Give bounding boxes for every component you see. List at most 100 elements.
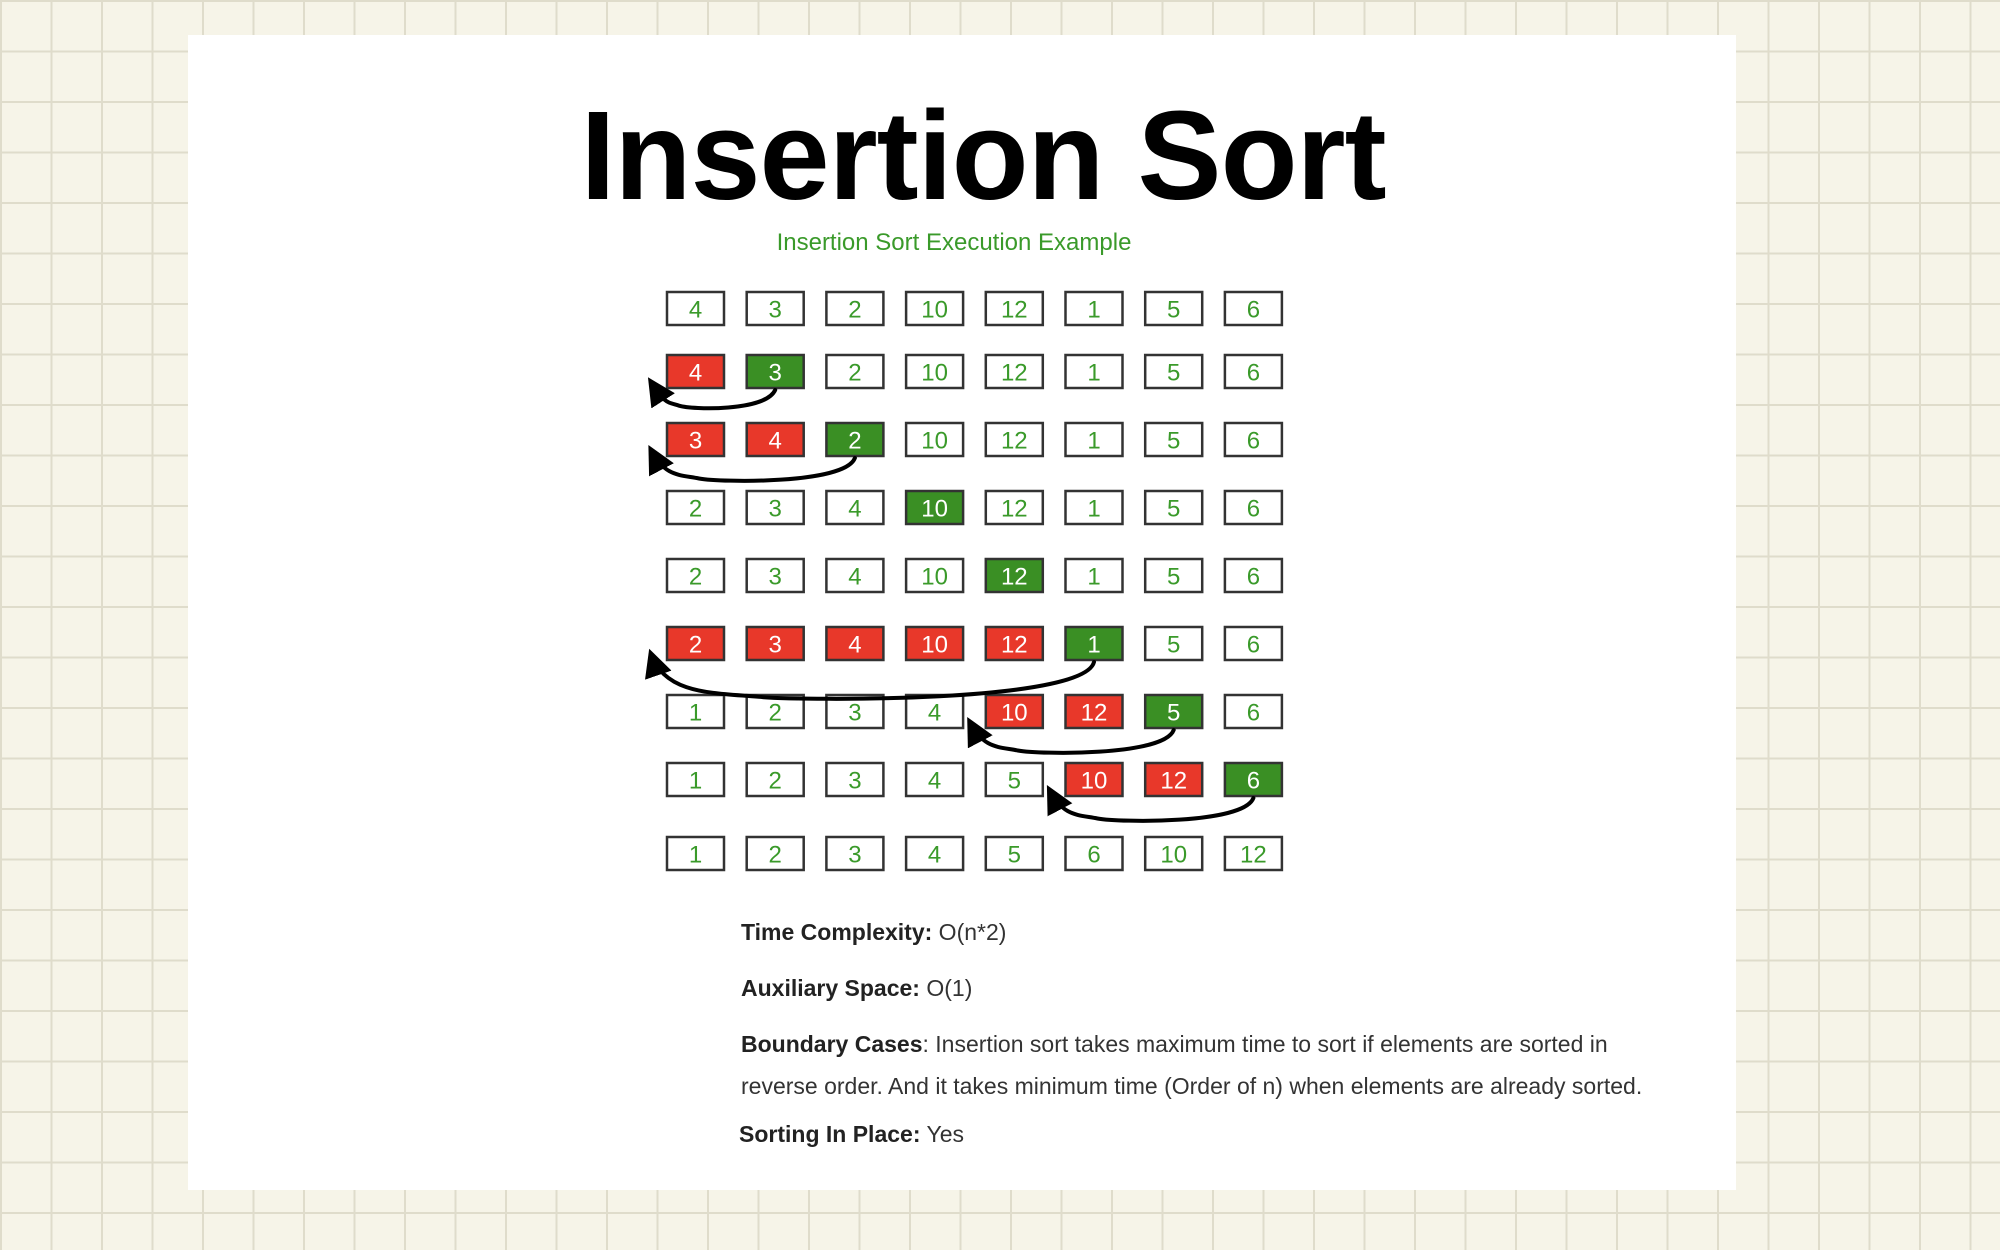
array-cell: 12 <box>984 290 1045 327</box>
array-cell: 3 <box>745 290 805 327</box>
array-cell: 2 <box>745 835 805 872</box>
array-cell: 3 <box>745 489 805 526</box>
array-cell-value: 12 <box>1160 768 1187 795</box>
array-cell-value: 2 <box>848 428 861 455</box>
array-cell: 6 <box>1223 353 1284 390</box>
array-cell-value: 12 <box>1081 700 1108 727</box>
time-complexity-value: O(n*2) <box>932 919 1007 945</box>
array-cell: 12 <box>984 353 1045 390</box>
sort-step-row: 2 3 4 10 12 1 5 6 <box>665 489 1284 526</box>
array-cell-value: 1 <box>1087 297 1100 324</box>
array-cell: 2 <box>665 625 726 662</box>
array-cell-value: 1 <box>1087 428 1100 455</box>
array-cell: 10 <box>1064 761 1124 798</box>
array-cell-value: 2 <box>848 297 861 324</box>
array-cell-value: 6 <box>1247 632 1260 659</box>
array-cell: 6 <box>1064 835 1124 872</box>
array-cell-value: 5 <box>1167 564 1180 591</box>
array-cell-value: 2 <box>689 496 702 523</box>
array-cell: 10 <box>1143 835 1204 872</box>
array-cell: 4 <box>825 557 885 594</box>
array-cell-value: 10 <box>1160 842 1187 869</box>
diagram-caption: Insertion Sort Execution Example <box>777 229 1132 256</box>
array-cell: 3 <box>665 421 726 458</box>
array-cell-value: 6 <box>1247 496 1260 523</box>
array-cell: 10 <box>904 625 965 662</box>
array-cell: 10 <box>904 421 965 458</box>
array-cell: 12 <box>984 421 1045 458</box>
array-cell-value: 2 <box>769 768 782 795</box>
sort-step-row: 1 2 3 4 5 10 12 6 <box>665 761 1284 798</box>
sort-step-row: 4 3 2 10 12 1 5 6 <box>665 290 1284 327</box>
array-cell-value: 3 <box>848 768 861 795</box>
array-cell-value: 10 <box>921 564 948 591</box>
array-cell-value: 2 <box>689 564 702 591</box>
array-cell-value: 1 <box>689 842 702 869</box>
auxiliary-space-value: O(1) <box>919 975 973 1001</box>
array-cell-value: 2 <box>769 700 782 727</box>
array-cell-value: 5 <box>1167 632 1180 659</box>
array-cell-value: 4 <box>769 428 782 455</box>
array-cell-value: 3 <box>769 360 782 387</box>
time-complexity-label: Time Complexity: <box>741 919 933 945</box>
array-cell: 5 <box>1143 290 1204 327</box>
array-cell: 1 <box>1064 290 1124 327</box>
sorting-in-place: Sorting In Place: Yes <box>739 1113 1661 1155</box>
sorting-in-place-label: Sorting In Place: <box>739 1121 921 1147</box>
array-cell-value: 3 <box>848 842 861 869</box>
array-cell: 12 <box>984 625 1045 662</box>
array-cell-value: 10 <box>1081 768 1108 795</box>
array-cell: 2 <box>665 489 726 526</box>
array-cell-value: 1 <box>1087 632 1100 659</box>
array-cell-value: 2 <box>848 360 861 387</box>
array-cell-value: 10 <box>921 496 948 523</box>
array-cell-value: 1 <box>689 700 702 727</box>
array-cell: 3 <box>745 625 805 662</box>
array-cell-value: 6 <box>1247 768 1260 795</box>
array-cell-value: 12 <box>1001 496 1028 523</box>
array-cell: 4 <box>904 761 965 798</box>
array-cell: 1 <box>1064 625 1124 662</box>
array-cell: 12 <box>984 557 1045 594</box>
array-cell-value: 6 <box>1247 428 1260 455</box>
array-cell-value: 4 <box>848 496 861 523</box>
auxiliary-space-label: Auxiliary Space: <box>741 975 920 1001</box>
array-cell-value: 4 <box>689 360 702 387</box>
array-cell-value: 12 <box>1240 842 1267 869</box>
array-cell: 4 <box>904 693 965 730</box>
array-cell: 2 <box>745 761 805 798</box>
array-cell-value: 2 <box>689 632 702 659</box>
array-cell: 10 <box>904 557 965 594</box>
array-cell-value: 10 <box>1001 700 1028 727</box>
array-cell-value: 5 <box>1008 842 1021 869</box>
array-cell-value: 1 <box>1087 496 1100 523</box>
array-cell: 4 <box>904 835 965 872</box>
array-cell: 1 <box>1064 557 1124 594</box>
array-cell: 1 <box>1064 353 1124 390</box>
array-cell-value: 12 <box>1001 632 1028 659</box>
array-cell-value: 2 <box>769 842 782 869</box>
array-cell-value: 10 <box>921 360 948 387</box>
array-cell-value: 5 <box>1167 700 1180 727</box>
sort-step-row: 3 4 2 10 12 1 5 6 <box>665 421 1284 458</box>
array-cell: 6 <box>1223 290 1284 327</box>
slide: Insertion Sort Insertion Sort Execution … <box>188 35 1736 1190</box>
array-cell-value: 5 <box>1167 496 1180 523</box>
array-cell-value: 1 <box>1087 564 1100 591</box>
array-cell-value: 3 <box>769 564 782 591</box>
array-cell-value: 5 <box>1167 297 1180 324</box>
array-cell: 1 <box>1064 489 1124 526</box>
array-cell: 6 <box>1223 761 1284 798</box>
array-cell-value: 4 <box>928 768 941 795</box>
array-cell: 6 <box>1223 421 1284 458</box>
sort-step-row: 4 3 2 10 12 1 5 6 <box>665 353 1284 390</box>
array-cell: 1 <box>1064 421 1124 458</box>
array-cell-value: 5 <box>1008 768 1021 795</box>
array-cell-value: 1 <box>1087 360 1100 387</box>
array-cell: 2 <box>825 353 885 390</box>
array-cell: 5 <box>1143 489 1204 526</box>
array-cell-value: 10 <box>921 297 948 324</box>
array-cell-value: 4 <box>928 700 941 727</box>
array-cell-value: 3 <box>689 428 702 455</box>
array-cell-value: 3 <box>769 297 782 324</box>
